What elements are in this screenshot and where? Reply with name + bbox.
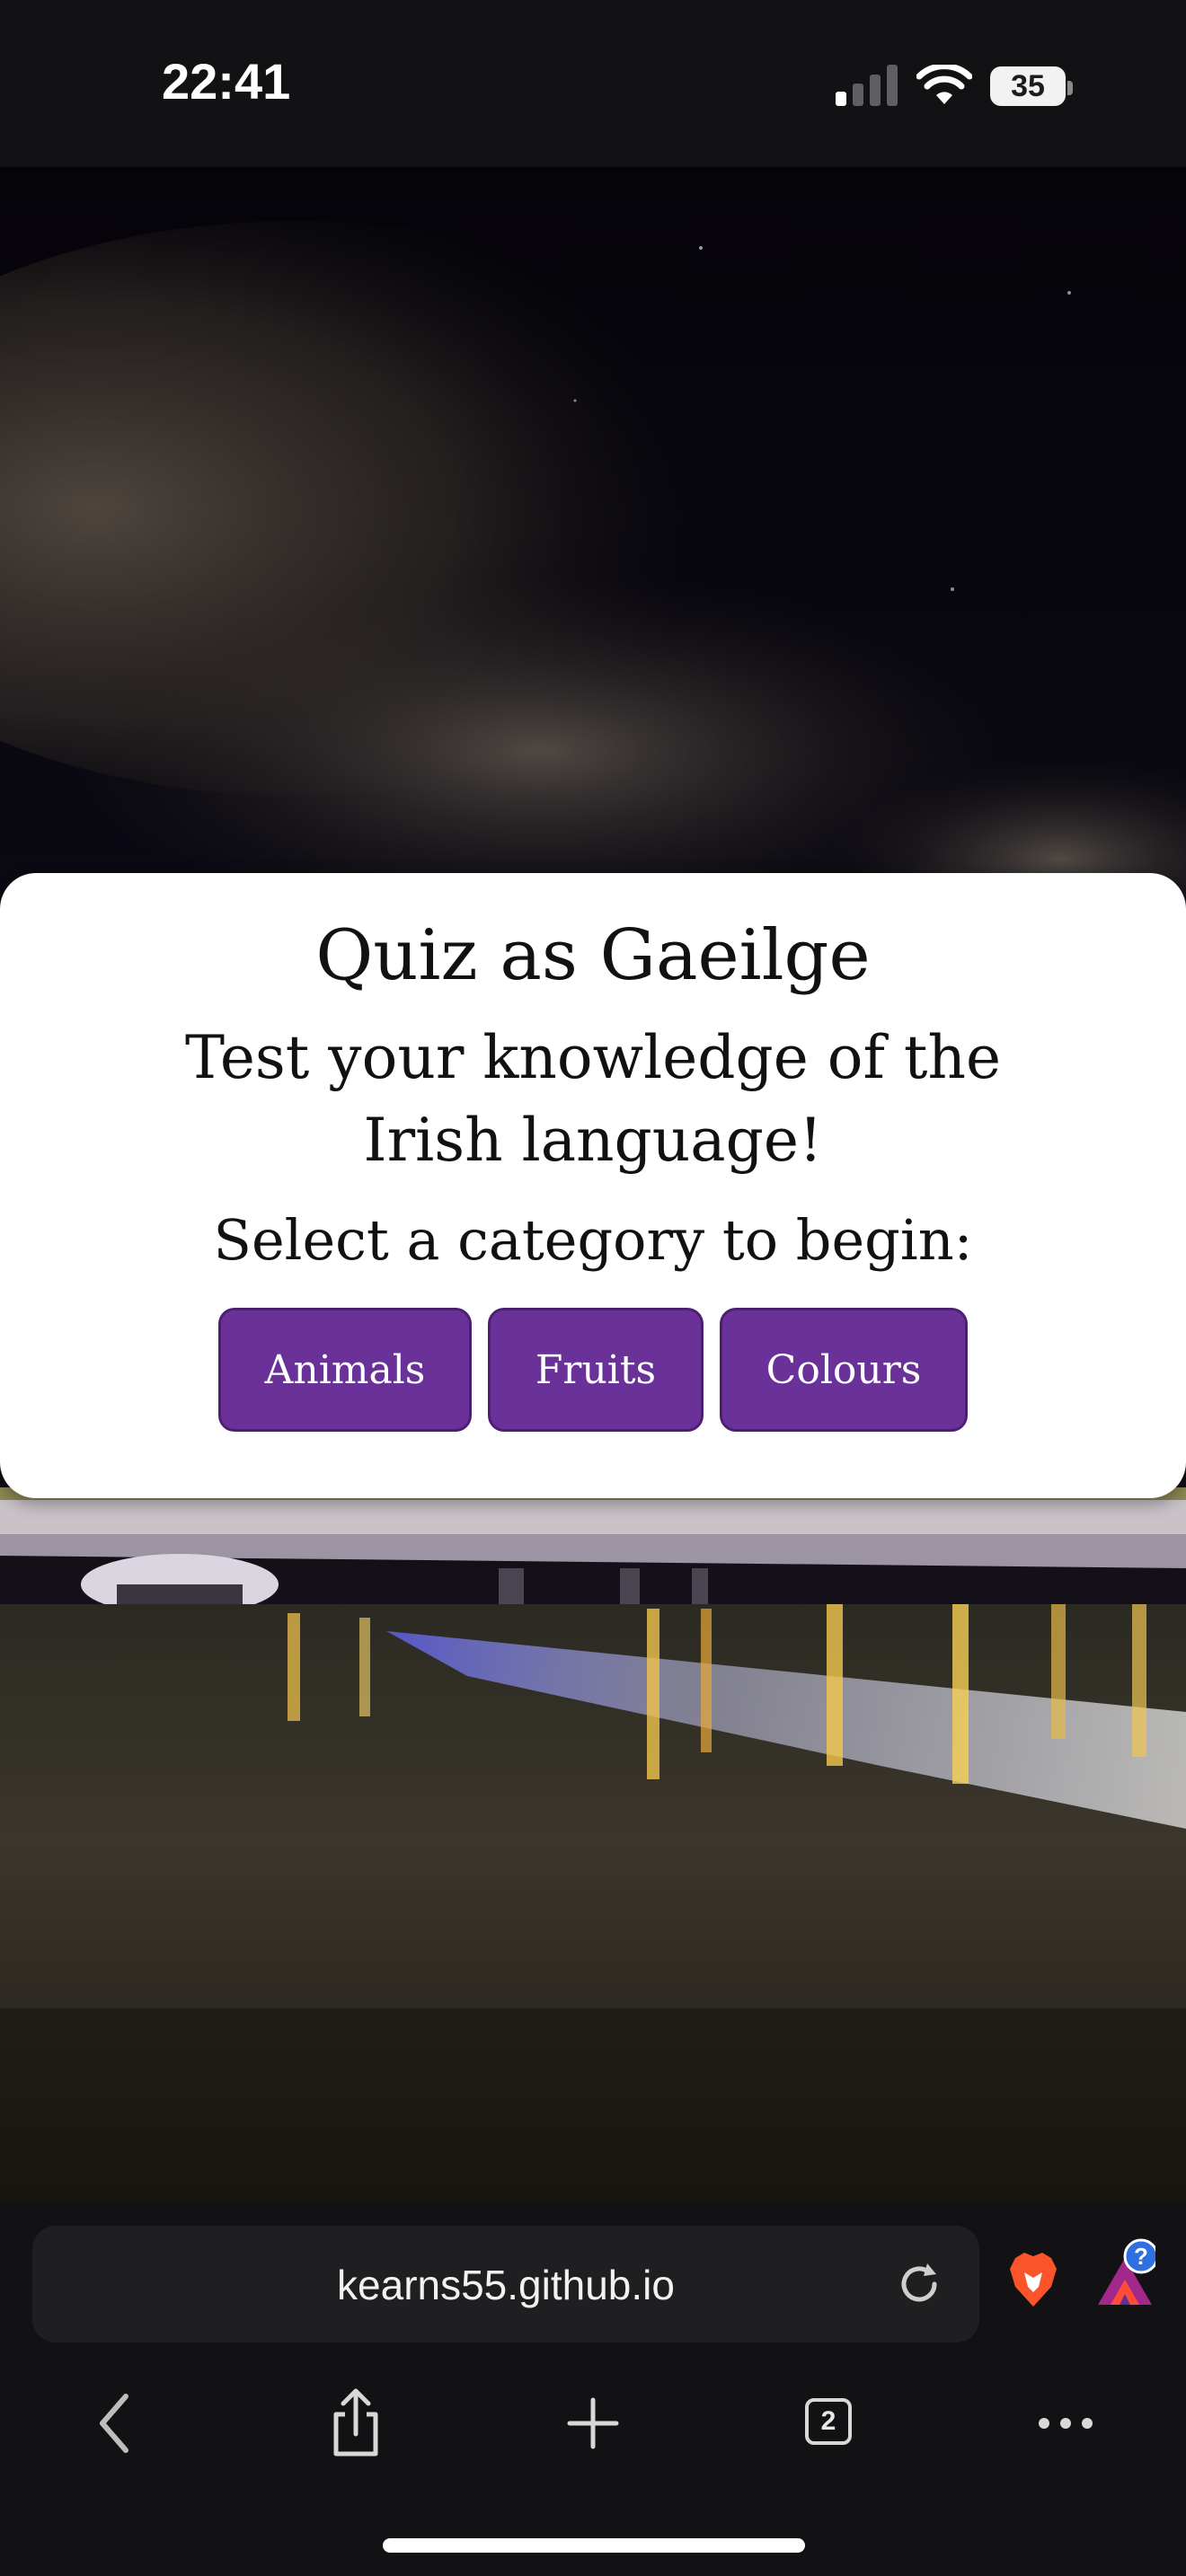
brave-lion-icon[interactable]: [1008, 2251, 1058, 2308]
home-indicator[interactable]: [383, 2538, 805, 2553]
battery-nub: [1067, 81, 1073, 95]
address-bar[interactable]: kearns55.github.io: [32, 2226, 979, 2342]
web-content[interactable]: Quiz as Gaeilge Test your knowledge of t…: [0, 167, 1186, 2202]
more-icon[interactable]: [1030, 2387, 1102, 2459]
category-button-fruits[interactable]: Fruits: [488, 1308, 704, 1432]
status-bar: 22:41 35: [0, 0, 1186, 167]
share-icon[interactable]: [320, 2387, 392, 2459]
quiz-title: Quiz as Gaeilge: [315, 915, 871, 996]
wifi-icon: [916, 65, 972, 104]
category-button-animals[interactable]: Animals: [218, 1308, 472, 1432]
cellular-signal-icon: [836, 65, 898, 106]
status-time: 22:41: [162, 53, 291, 110]
tabs-icon[interactable]: 2: [792, 2387, 864, 2459]
battery-level: 35: [1011, 69, 1045, 103]
category-button-colours[interactable]: Colours: [720, 1308, 968, 1432]
battery-icon: 35: [990, 66, 1073, 106]
tab-count: 2: [805, 2398, 852, 2445]
browser-nav-row: 2: [0, 2387, 1186, 2459]
rewards-badge: ?: [1134, 2243, 1148, 2270]
new-tab-icon[interactable]: [557, 2387, 629, 2459]
url-text[interactable]: kearns55.github.io: [32, 2260, 979, 2310]
back-icon[interactable]: [83, 2387, 155, 2459]
brave-rewards-icon[interactable]: ?: [1093, 2238, 1159, 2310]
quiz-prompt: Select a category to begin:: [213, 1207, 973, 1273]
quiz-card: Quiz as Gaeilge Test your knowledge of t…: [0, 873, 1186, 1498]
reload-icon[interactable]: [895, 2260, 943, 2308]
category-buttons: Animals Fruits Colours: [0, 1308, 1186, 1432]
quiz-subtitle: Test your knowledge of the Irish languag…: [184, 1023, 1002, 1175]
browser-toolbar: kearns55.github.io ? 2: [0, 2202, 1186, 2576]
